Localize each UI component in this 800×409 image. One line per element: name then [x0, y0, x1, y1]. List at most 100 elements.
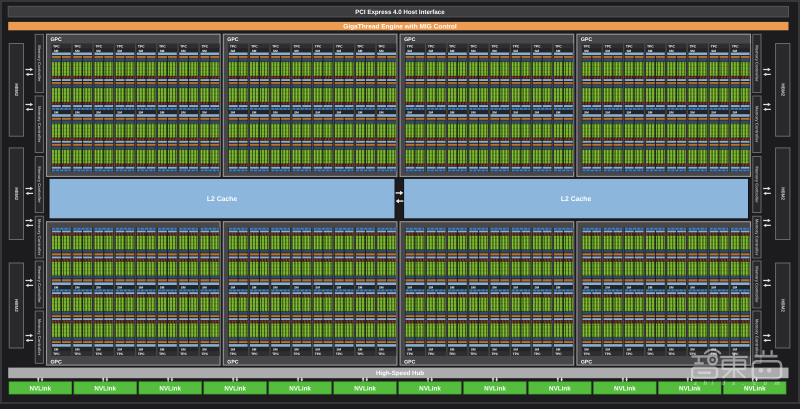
svg-text:SM: SM [733, 286, 738, 290]
svg-text:SM: SM [450, 286, 455, 290]
svg-text:SM: SM [315, 347, 320, 351]
svg-text:TPC: TPC [555, 44, 562, 48]
svg-text:SM: SM [669, 49, 674, 53]
svg-text:SM: SM [273, 49, 278, 53]
svg-text:GPC: GPC [51, 359, 62, 365]
svg-text:SM: SM [648, 111, 653, 115]
svg-text:SM: SM [584, 111, 589, 115]
svg-text:TPC: TPC [202, 352, 209, 356]
svg-text:TPC: TPC [449, 352, 456, 356]
svg-text:SM: SM [429, 286, 434, 290]
svg-text:NVLink: NVLink [224, 386, 246, 393]
svg-text:SM: SM [117, 286, 122, 290]
svg-text:SM: SM [231, 49, 236, 53]
svg-text:HBM2: HBM2 [14, 299, 19, 312]
svg-text:TPC: TPC [96, 44, 103, 48]
svg-text:TPC: TPC [159, 44, 166, 48]
svg-text:SM: SM [535, 49, 540, 53]
svg-text:TPC: TPC [357, 44, 364, 48]
svg-text:SM: SM [315, 111, 320, 115]
svg-text:HBM2: HBM2 [780, 299, 785, 312]
svg-text:SM: SM [379, 286, 384, 290]
svg-text:NVLink: NVLink [29, 386, 51, 393]
svg-text:TPC: TPC [449, 44, 456, 48]
svg-text:SM: SM [181, 286, 186, 290]
svg-text:TPC: TPC [294, 44, 301, 48]
svg-text:SM: SM [407, 347, 412, 351]
svg-text:SM: SM [54, 111, 59, 115]
svg-text:SM: SM [294, 49, 299, 53]
svg-text:SM: SM [733, 49, 738, 53]
svg-text:TPC: TPC [513, 44, 520, 48]
svg-text:TPC: TPC [584, 352, 591, 356]
svg-text:TPC: TPC [272, 44, 279, 48]
svg-text:SM: SM [358, 286, 363, 290]
svg-text:TPC: TPC [74, 352, 81, 356]
svg-text:TPC: TPC [428, 44, 435, 48]
svg-text:Memory Controller: Memory Controller [754, 266, 759, 303]
svg-text:GPC: GPC [227, 37, 238, 43]
svg-text:HBM2: HBM2 [780, 83, 785, 96]
svg-text:SM: SM [96, 111, 101, 115]
svg-text:GPC: GPC [404, 37, 415, 43]
svg-text:NVLink: NVLink [614, 386, 636, 393]
svg-text:TPC: TPC [470, 352, 477, 356]
svg-text:SM: SM [429, 49, 434, 53]
svg-text:NVLink: NVLink [549, 386, 571, 393]
svg-text:TPC: TPC [605, 352, 612, 356]
svg-text:SM: SM [492, 286, 497, 290]
svg-text:SM: SM [627, 111, 632, 115]
svg-text:SM: SM [556, 286, 561, 290]
svg-text:TPC: TPC [117, 352, 124, 356]
svg-text:SM: SM [690, 111, 695, 115]
svg-text:m: m [775, 381, 781, 387]
svg-text:SM: SM [202, 347, 207, 351]
svg-text:SM: SM [450, 347, 455, 351]
svg-text:TPC: TPC [180, 352, 187, 356]
svg-text:Memory Controller: Memory Controller [37, 319, 42, 356]
svg-text:TPC: TPC [626, 44, 633, 48]
svg-text:SM: SM [54, 347, 59, 351]
svg-text:High-Speed Hub: High-Speed Hub [376, 370, 424, 377]
svg-text:SM: SM [584, 347, 589, 351]
svg-text:SM: SM [202, 49, 207, 53]
svg-text:SM: SM [139, 347, 144, 351]
svg-text:SM: SM [627, 347, 632, 351]
svg-text:SM: SM [181, 111, 186, 115]
svg-text:NVLink: NVLink [94, 386, 116, 393]
svg-text:SM: SM [294, 111, 299, 115]
svg-text:SM: SM [407, 286, 412, 290]
svg-text:SM: SM [711, 111, 716, 115]
svg-text:SM: SM [513, 49, 518, 53]
svg-text:Memory Controller: Memory Controller [37, 45, 42, 82]
svg-text:TPC: TPC [668, 44, 675, 48]
svg-text:TPC: TPC [647, 352, 654, 356]
svg-text:L2 Cache: L2 Cache [561, 196, 591, 203]
svg-text:TPC: TPC [230, 44, 237, 48]
svg-text:SM: SM [450, 111, 455, 115]
svg-text:TPC: TPC [534, 44, 541, 48]
svg-text:SM: SM [492, 49, 497, 53]
svg-text:SM: SM [669, 347, 674, 351]
svg-text:SM: SM [252, 49, 257, 53]
svg-text:NVLink: NVLink [679, 386, 701, 393]
svg-text:TPC: TPC [626, 352, 633, 356]
svg-text:SM: SM [492, 111, 497, 115]
svg-text:TPC: TPC [407, 352, 414, 356]
svg-text:SM: SM [379, 49, 384, 53]
svg-text:SM: SM [471, 286, 476, 290]
svg-text:SM: SM [450, 49, 455, 53]
svg-text:SM: SM [54, 286, 59, 290]
svg-text:SM: SM [160, 111, 165, 115]
svg-text:TPC: TPC [315, 352, 322, 356]
svg-text:SM: SM [181, 49, 186, 53]
svg-text:SM: SM [75, 286, 80, 290]
svg-text:SM: SM [139, 49, 144, 53]
svg-text:SM: SM [96, 49, 101, 53]
svg-text:TPC: TPC [428, 352, 435, 356]
svg-text:TPC: TPC [336, 352, 343, 356]
svg-text:SM: SM [337, 347, 342, 351]
svg-text:SM: SM [605, 286, 610, 290]
svg-text:SM: SM [96, 286, 101, 290]
svg-text:PCI Express 4.0 Host Interface: PCI Express 4.0 Host Interface [355, 9, 445, 16]
